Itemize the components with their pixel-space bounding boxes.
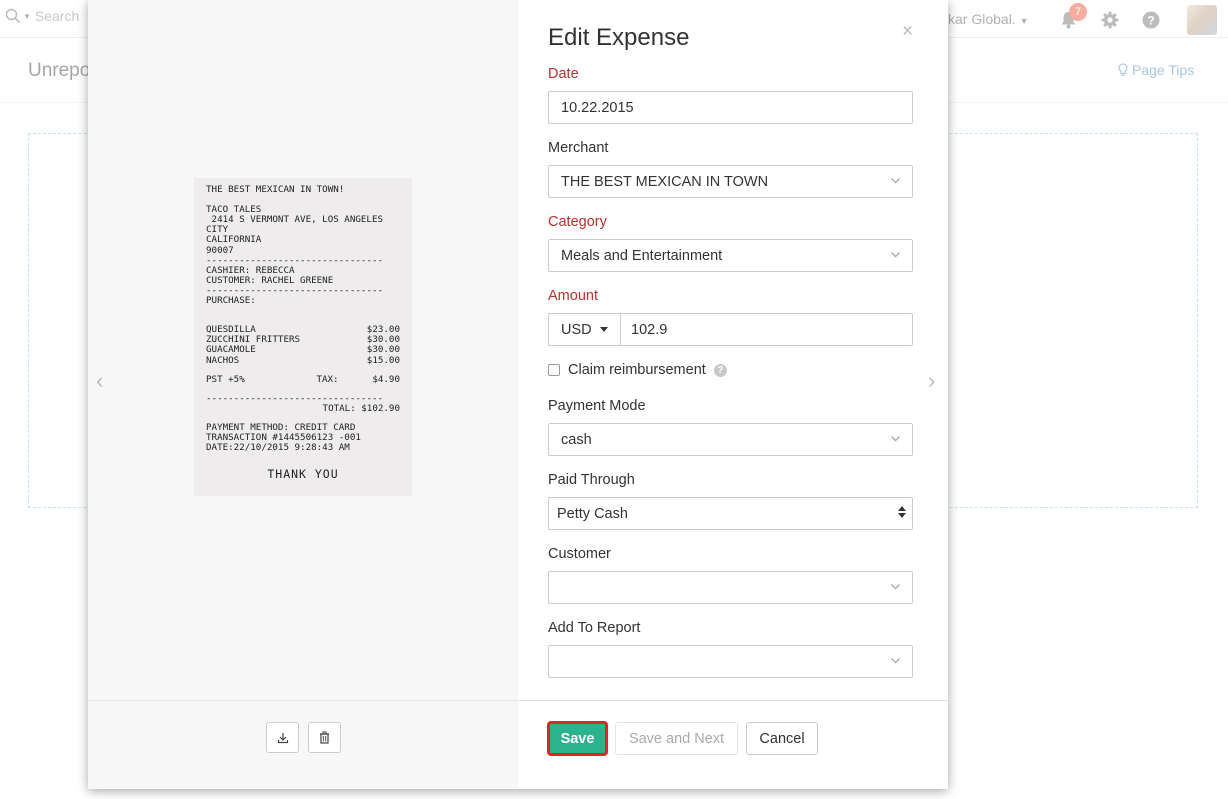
customer-select[interactable]: [548, 571, 913, 604]
receipt-items: QUESDILLA $23.00 ZUCCHINI FRITTERS $30.00 GU…: [206, 325, 400, 365]
trash-icon[interactable]: [319, 731, 330, 744]
receipt-total: TOTAL: $102.90: [322, 403, 400, 414]
receipt-preview-pane: ‹ THE BEST MEXICAN IN TOWN! TACO TALES 24…: [88, 0, 518, 789]
next-receipt-icon[interactable]: ›: [928, 370, 935, 392]
receipt-item-row: NACHOS $15.00: [206, 354, 400, 366]
date-label: Date: [548, 66, 579, 82]
save-and-next-button[interactable]: Save and Next: [615, 722, 738, 755]
expense-form: Edit Expense × Date 10.22.2015 Merchant …: [518, 0, 948, 700]
receipt-header-lines: THE BEST MEXICAN IN TOWN! TACO TALES 2414…: [206, 185, 400, 316]
receipt-line: CALIFORNIA: [206, 235, 262, 246]
currency-dropdown[interactable]: USD: [548, 313, 620, 346]
merchant-select[interactable]: THE BEST MEXICAN IN TOWN: [548, 165, 913, 198]
save-button[interactable]: Save: [548, 722, 607, 755]
category-label: Category: [548, 214, 607, 230]
paid-through-select[interactable]: Petty Cash: [548, 497, 913, 530]
amount-value[interactable]: 102.9: [631, 322, 667, 338]
cancel-button[interactable]: Cancel: [746, 722, 818, 755]
receipt-item-price: $30.00: [366, 344, 400, 356]
payment-mode-select[interactable]: cash: [548, 423, 913, 456]
receipt-line: --------------------------------: [206, 255, 384, 266]
receipt-tax-row: PST +5% TAX: $4.90: [206, 373, 400, 385]
receipt-item-row: GUACAMOLE $30.00: [206, 345, 400, 355]
currency-value[interactable]: USD: [561, 322, 592, 338]
receipt-payment-lines: PAYMENT METHOD: CREDIT CARD TRANSACTION #…: [206, 423, 400, 453]
receipt-line: TACO TALES: [206, 205, 262, 216]
paid-through-value[interactable]: Petty Cash: [557, 506, 628, 522]
select-arrows-icon[interactable]: [898, 506, 906, 518]
amount-label: Amount: [548, 288, 598, 304]
receipt-item-name: GUACAMOLE: [206, 344, 256, 356]
receipt-line: PURCHASE:: [206, 296, 256, 307]
close-icon[interactable]: ×: [902, 21, 913, 43]
receipt-line: 90007: [206, 245, 234, 256]
receipt-line: --------------------------------: [206, 285, 384, 296]
form-footer: Save Save and Next Cancel: [518, 700, 948, 789]
receipt-divider: --------------------------------: [206, 393, 384, 404]
chevron-down-icon[interactable]: [890, 249, 901, 260]
payment-mode-label: Payment Mode: [548, 398, 646, 414]
chevron-down-icon[interactable]: [890, 175, 901, 186]
category-value[interactable]: Meals and Entertainment: [561, 248, 722, 264]
receipt-line: 2414 S VERMONT AVE, LOS ANGELES: [206, 215, 384, 226]
date-field[interactable]: 10.22.2015: [548, 91, 913, 124]
add-to-report-label: Add To Report: [548, 620, 641, 636]
receipt-payment-line: PAYMENT METHOD: CREDIT CARD: [206, 422, 356, 433]
receipt-line: [206, 195, 400, 205]
amount-input[interactable]: 102.9: [620, 313, 913, 346]
payment-mode-value[interactable]: cash: [561, 432, 592, 448]
receipt-line: THE BEST MEXICAN IN TOWN!: [206, 185, 345, 195]
receipt-item-price: $15.00: [366, 354, 400, 366]
category-select[interactable]: Meals and Entertainment: [548, 239, 913, 272]
date-value[interactable]: 10.22.2015: [561, 100, 634, 116]
customer-label: Customer: [548, 546, 611, 562]
receipt-tax-label: PST +5%: [206, 373, 245, 385]
receipt-thanks: THANK YOU: [267, 467, 339, 482]
delete-button[interactable]: [308, 722, 341, 753]
receipt-tax-value: $4.90: [372, 373, 400, 385]
paid-through-label: Paid Through: [548, 472, 635, 488]
preview-footer: [88, 700, 518, 789]
chevron-down-icon[interactable]: [890, 433, 901, 444]
receipt-tax-mid: TAX:: [316, 373, 339, 385]
receipt-payment-line: TRANSACTION #1445506123 -001: [206, 432, 361, 443]
previous-receipt-icon[interactable]: ‹: [96, 370, 103, 392]
receipt-line: CUSTOMER: RACHEL GREENE: [206, 275, 334, 286]
claim-reimbursement-row: Claim reimbursement ?: [548, 362, 727, 378]
download-icon[interactable]: [277, 732, 289, 744]
receipt-line: CITY: [206, 225, 229, 236]
receipt-item-name: NACHOS: [206, 354, 240, 366]
chevron-down-icon[interactable]: [890, 655, 901, 666]
claim-reimbursement-checkbox[interactable]: [548, 364, 560, 376]
edit-expense-modal: ‹ THE BEST MEXICAN IN TOWN! TACO TALES 24…: [88, 0, 948, 789]
modal-title: Edit Expense: [548, 24, 690, 51]
caret-down-icon[interactable]: [599, 327, 608, 332]
download-button[interactable]: [266, 722, 299, 753]
merchant-label: Merchant: [548, 140, 609, 156]
add-to-report-select[interactable]: [548, 645, 913, 678]
claim-reimbursement-label[interactable]: Claim reimbursement: [568, 362, 706, 378]
help-icon[interactable]: ?: [713, 363, 727, 377]
receipt-line: CASHIER: REBECCA: [206, 265, 295, 276]
chevron-down-icon[interactable]: [890, 581, 901, 592]
merchant-value[interactable]: THE BEST MEXICAN IN TOWN: [561, 174, 768, 190]
receipt-line: [206, 306, 400, 316]
receipt-payment-line: DATE:22/10/2015 9:28:43 AM: [206, 443, 350, 454]
receipt-image: THE BEST MEXICAN IN TOWN! TACO TALES 2414…: [194, 178, 412, 496]
